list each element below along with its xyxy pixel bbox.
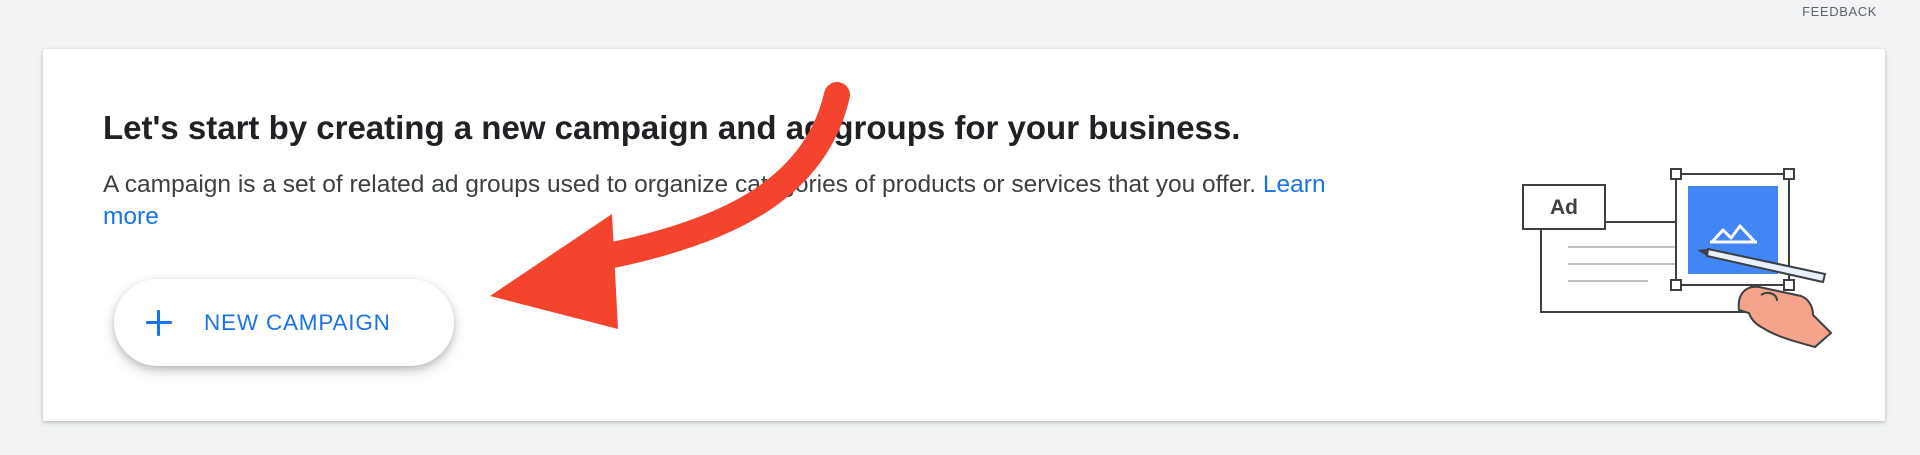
new-campaign-label: NEW CAMPAIGN — [204, 309, 391, 335]
card-title: Let's start by creating a new campaign a… — [103, 109, 1241, 146]
new-campaign-card: Let's start by creating a new campaign a… — [43, 49, 1885, 421]
feedback-link[interactable]: FEEDBACK — [1802, 4, 1877, 19]
new-campaign-button[interactable]: NEW CAMPAIGN — [114, 279, 454, 366]
description-text: A campaign is a set of related ad groups… — [103, 171, 1257, 198]
plus-icon — [144, 308, 174, 338]
card-description: A campaign is a set of related ad groups… — [103, 169, 1383, 233]
resize-handle — [1670, 168, 1682, 180]
ad-tag-label: Ad — [1550, 196, 1578, 219]
ad-illustration: Ad — [1522, 168, 1833, 349]
resize-handle — [1670, 279, 1682, 291]
resize-handle — [1783, 279, 1795, 291]
resize-handle — [1783, 168, 1795, 180]
